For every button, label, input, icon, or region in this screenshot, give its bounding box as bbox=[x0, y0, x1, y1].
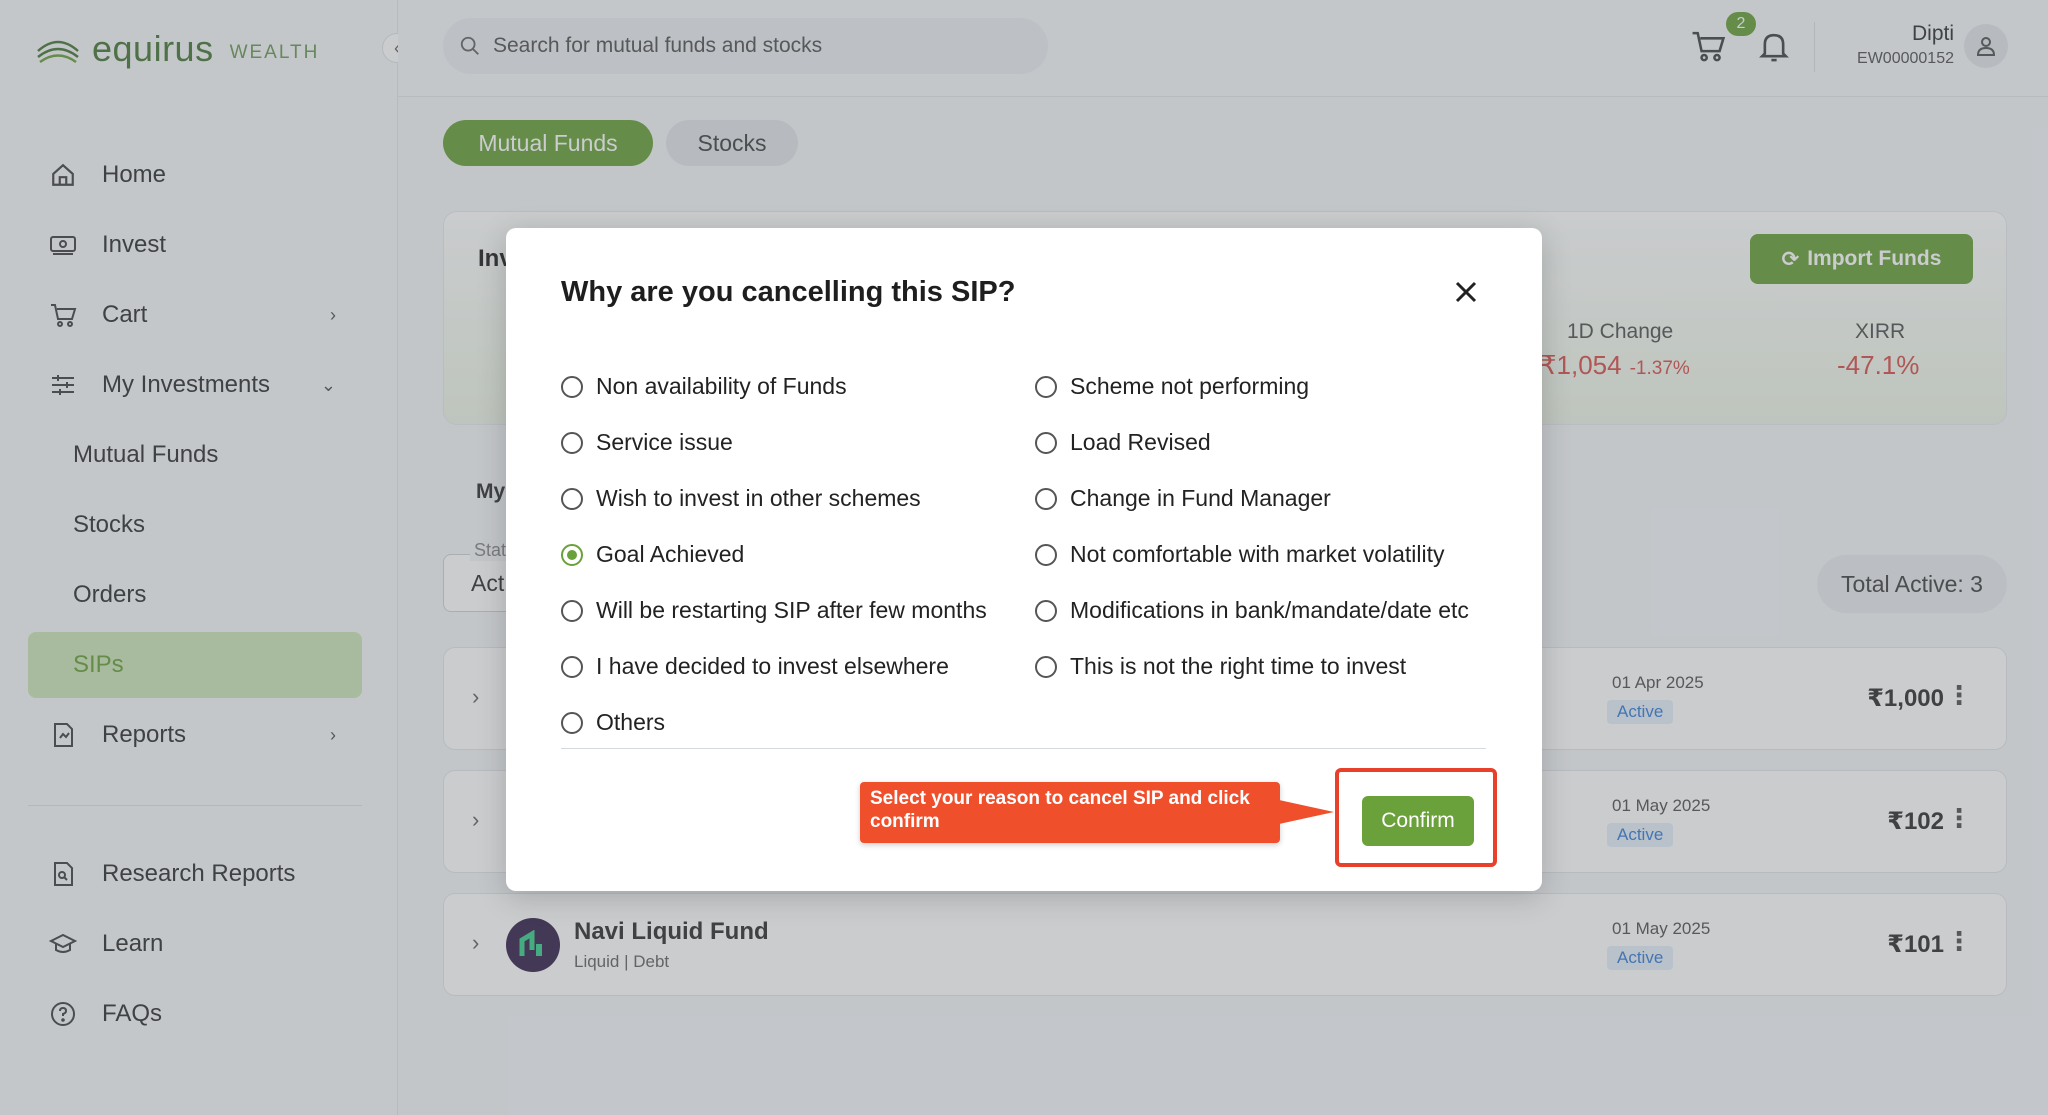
reason-option-volatility[interactable]: Not comfortable with market volatility bbox=[1035, 541, 1445, 568]
radio-button[interactable] bbox=[1035, 655, 1057, 678]
reason-label: Others bbox=[596, 709, 666, 735]
reason-option-not-right-time[interactable]: This is not the right time to invest bbox=[1035, 653, 1406, 680]
cancel-sip-modal: Why are you cancelling this SIP? Non ava… bbox=[506, 228, 1542, 891]
reason-option-goal-achieved[interactable]: Goal Achieved bbox=[561, 541, 744, 568]
radio-button[interactable] bbox=[1035, 375, 1057, 398]
reason-label: Load Revised bbox=[1070, 429, 1211, 455]
reason-label: Service issue bbox=[596, 429, 733, 455]
reason-option-not-performing[interactable]: Scheme not performing bbox=[1035, 373, 1309, 400]
reason-label: Modifications in bank/mandate/date etc bbox=[1070, 597, 1469, 623]
reason-option-load-revised[interactable]: Load Revised bbox=[1035, 429, 1211, 456]
reason-label: Wish to invest in other schemes bbox=[596, 485, 921, 511]
reason-label: I have decided to invest elsewhere bbox=[596, 653, 949, 679]
reason-label: Change in Fund Manager bbox=[1070, 485, 1331, 511]
radio-button[interactable] bbox=[561, 599, 583, 622]
reason-label: Goal Achieved bbox=[596, 541, 745, 567]
reason-label: Scheme not performing bbox=[1070, 373, 1310, 399]
radio-button-selected[interactable] bbox=[561, 543, 583, 566]
close-icon bbox=[1455, 281, 1477, 303]
radio-button[interactable] bbox=[1035, 599, 1057, 622]
callout-arrow bbox=[1279, 800, 1334, 824]
reason-label: Not comfortable with market volatility bbox=[1070, 541, 1445, 567]
reason-option-non-availability[interactable]: Non availability of Funds bbox=[561, 373, 847, 400]
reason-option-others[interactable]: Others bbox=[561, 709, 665, 736]
reason-option-other-schemes[interactable]: Wish to invest in other schemes bbox=[561, 485, 921, 512]
radio-button[interactable] bbox=[561, 487, 583, 510]
reason-option-restarting[interactable]: Will be restarting SIP after few months bbox=[561, 597, 987, 624]
confirm-button[interactable]: Confirm bbox=[1362, 796, 1474, 846]
close-button[interactable] bbox=[1446, 272, 1486, 312]
radio-button[interactable] bbox=[1035, 487, 1057, 510]
radio-button[interactable] bbox=[561, 431, 583, 454]
radio-button[interactable] bbox=[561, 375, 583, 398]
radio-button[interactable] bbox=[1035, 431, 1057, 454]
reason-label: This is not the right time to invest bbox=[1070, 653, 1407, 679]
reason-option-fund-manager[interactable]: Change in Fund Manager bbox=[1035, 485, 1331, 512]
reason-option-modifications[interactable]: Modifications in bank/mandate/date etc bbox=[1035, 597, 1469, 624]
reason-option-service-issue[interactable]: Service issue bbox=[561, 429, 733, 456]
modal-divider bbox=[561, 748, 1486, 749]
radio-button[interactable] bbox=[561, 655, 583, 678]
reason-option-invest-elsewhere[interactable]: I have decided to invest elsewhere bbox=[561, 653, 949, 680]
reason-label: Will be restarting SIP after few months bbox=[596, 597, 987, 623]
radio-button[interactable] bbox=[1035, 543, 1057, 566]
modal-title: Why are you cancelling this SIP? bbox=[561, 276, 1016, 308]
reason-label: Non availability of Funds bbox=[596, 373, 847, 399]
instruction-callout: Select your reason to cancel SIP and cli… bbox=[860, 782, 1280, 843]
radio-button[interactable] bbox=[561, 711, 583, 734]
